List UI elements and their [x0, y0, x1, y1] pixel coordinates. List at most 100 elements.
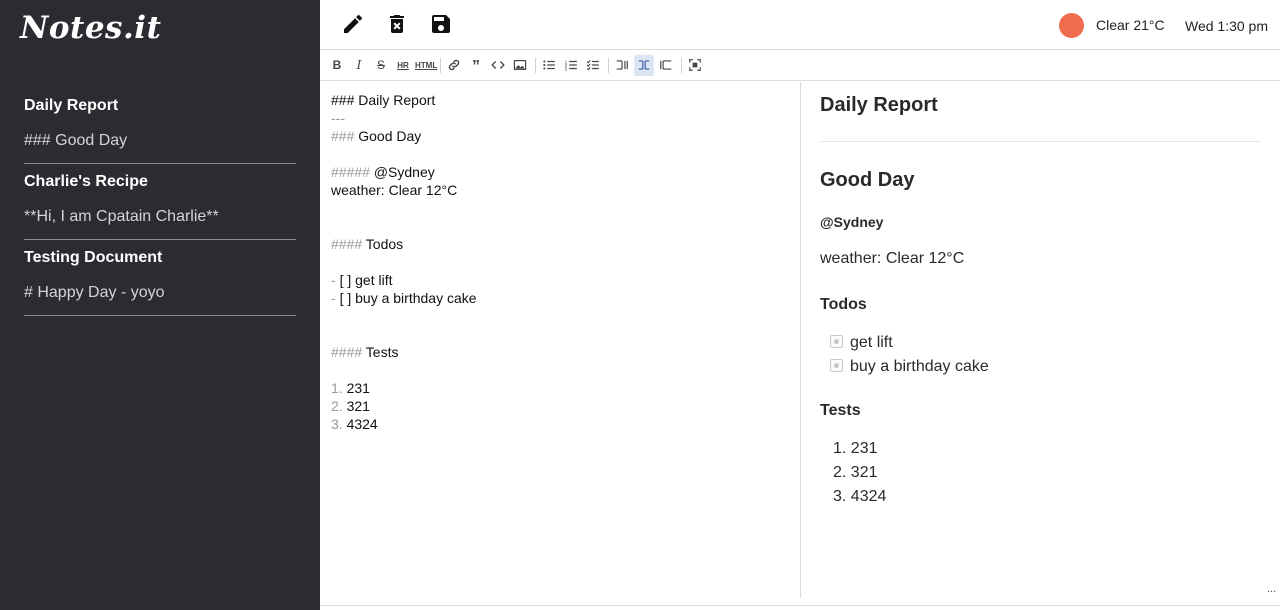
editor-text: 231	[346, 380, 370, 396]
editor-line: 3. 4324	[331, 415, 789, 433]
edit-mode-icon	[616, 60, 628, 70]
preview-heading-good-day: Good Day	[820, 169, 915, 191]
italic-button[interactable]: I	[349, 55, 369, 76]
html-icon: HTML	[415, 61, 438, 70]
editor-text: Todos	[365, 236, 404, 252]
todo-label: buy a birthday cake	[850, 358, 989, 375]
preview-heading-tests: Tests	[820, 402, 861, 419]
trash-icon	[390, 15, 404, 33]
list-item: 2. 321	[833, 464, 878, 481]
horizontal-rule-button[interactable]: HR	[393, 55, 413, 76]
editor-text: ### Daily Report	[331, 92, 436, 108]
app-logo: Notes.it	[20, 10, 162, 46]
editor-line: 2. 321	[331, 397, 789, 415]
preview-divider	[820, 141, 1261, 142]
note-item[interactable]: Charlie's Recipe **Hi, I am Cpatain Char…	[24, 172, 296, 240]
bold-icon: B	[332, 58, 342, 72]
task-list-icon	[586, 60, 599, 71]
task-list-button[interactable]	[583, 55, 603, 76]
image-icon	[513, 60, 527, 70]
bold-button[interactable]: B	[327, 55, 347, 76]
editor-line: #### Todos	[331, 235, 789, 253]
code-icon	[491, 61, 505, 69]
edit-button[interactable]	[341, 12, 365, 36]
editor-text: 4324	[346, 416, 378, 432]
markdown-syntax: ####	[331, 236, 366, 252]
hr-icon: HR	[397, 61, 409, 70]
preview-only-button[interactable]	[656, 55, 676, 76]
editor-line: - [ ] get lift	[331, 271, 789, 289]
preview-mode-icon	[660, 60, 672, 70]
markdown-syntax: -	[331, 272, 340, 288]
note-preview: # Happy Day - yoyo	[24, 268, 296, 316]
strikethrough-icon: S	[376, 58, 385, 72]
split-view-button[interactable]	[634, 55, 654, 76]
note-list: Daily Report ### Good Day Charlie's Reci…	[24, 96, 296, 324]
editor-text: Good Day	[358, 128, 422, 144]
datetime: Wed 1:30 pm	[1185, 18, 1269, 34]
sidebar: Notes.it Daily Report ### Good Day Charl…	[0, 0, 320, 610]
preview-heading-todos: Todos	[820, 296, 867, 313]
weather-status: Clear 21°C	[1096, 17, 1165, 33]
numbered-list-icon: 123	[565, 59, 577, 71]
strikethrough-button[interactable]: S	[371, 55, 391, 76]
markdown-toolbar: B I S HR HTML ” 123	[320, 51, 1280, 81]
delete-button[interactable]	[385, 12, 409, 36]
markdown-syntax: -	[331, 290, 340, 306]
numbered-list-button[interactable]: 123	[561, 55, 581, 76]
save-icon	[432, 15, 450, 33]
toolbar-divider	[535, 58, 536, 73]
editor-text: weather: Clear 12°C	[331, 182, 458, 198]
note-title: Testing Document	[24, 249, 163, 266]
list-item: 1. 231	[833, 440, 878, 457]
toolbar-divider	[608, 58, 609, 73]
note-item[interactable]: Testing Document # Happy Day - yoyo	[24, 248, 296, 316]
list-item: 3. 4324	[833, 488, 887, 505]
note-item[interactable]: Daily Report ### Good Day	[24, 96, 296, 164]
editor-text: 321	[346, 398, 370, 414]
markdown-editor[interactable]: ### Daily Report --- ### Good Day ##### @Sy…	[320, 82, 801, 598]
split-view-icon	[638, 60, 650, 70]
blockquote-button[interactable]: ”	[466, 55, 486, 76]
note-title: Charlie's Recipe	[24, 173, 148, 190]
note-preview: **Hi, I am Cpatain Charlie**	[24, 192, 296, 240]
editor-line: - [ ] buy a birthday cake	[331, 289, 789, 307]
editor-line: weather: Clear 12°C	[331, 181, 789, 199]
editor-text: [ ] get lift	[339, 272, 393, 288]
app-root: Notes.it Daily Report ### Good Day Charl…	[0, 0, 1280, 610]
quote-icon: ”	[472, 58, 480, 75]
markdown-syntax: 3.	[331, 416, 347, 432]
bullet-list-button[interactable]	[539, 55, 559, 76]
editor-text: @Sydney	[373, 164, 435, 180]
italic-icon: I	[356, 58, 362, 72]
note-preview: ### Good Day	[24, 116, 296, 164]
todo-checkbox[interactable]	[830, 335, 843, 348]
markdown-syntax: 1.	[331, 380, 347, 396]
fullscreen-icon	[689, 59, 701, 71]
fullscreen-button[interactable]	[685, 55, 705, 76]
markdown-preview: Daily Report Good Day @Sydney weather: C…	[801, 82, 1280, 598]
weather-icon	[1059, 13, 1084, 38]
preview-tests-list: 1. 231 2. 321 3. 4324	[820, 437, 1261, 509]
editor-line: ##### @Sydney	[331, 163, 789, 181]
html-button[interactable]: HTML	[415, 55, 438, 76]
link-button[interactable]	[444, 55, 464, 76]
todo-item: buy a birthday cake	[830, 355, 1261, 379]
edit-only-button[interactable]	[612, 55, 632, 76]
todo-checkbox[interactable]	[830, 359, 843, 372]
top-bar: Clear 21°C Wed 1:30 pm	[320, 0, 1280, 50]
toolbar-divider	[681, 58, 682, 73]
editor-line: ---	[331, 109, 789, 127]
preview-heading-daily-report: Daily Report	[820, 94, 938, 116]
code-button[interactable]	[488, 55, 508, 76]
image-button[interactable]	[510, 55, 530, 76]
editor-line: ### Good Day	[331, 127, 789, 145]
pencil-icon	[344, 14, 363, 34]
markdown-syntax: ---	[331, 110, 345, 126]
save-button[interactable]	[429, 12, 453, 36]
